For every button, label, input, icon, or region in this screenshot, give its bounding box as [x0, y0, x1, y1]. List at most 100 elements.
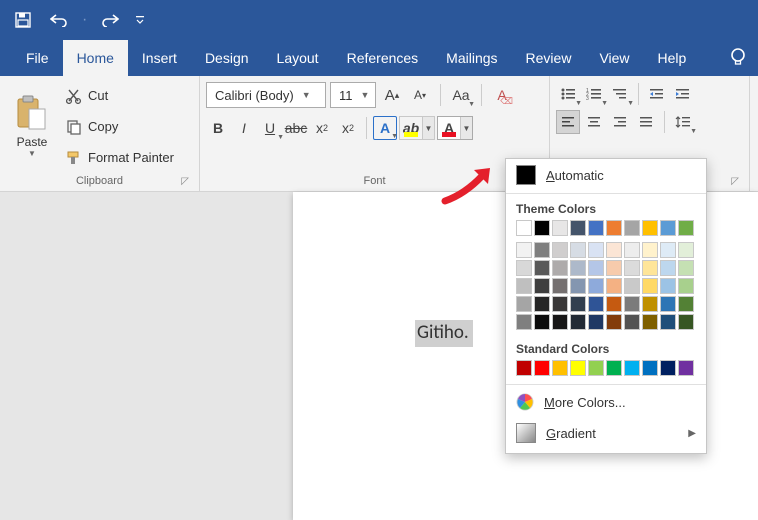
color-swatch[interactable] — [606, 296, 622, 312]
color-swatch[interactable] — [660, 242, 676, 258]
color-swatch[interactable] — [552, 260, 568, 276]
color-swatch[interactable] — [552, 314, 568, 330]
color-swatch[interactable] — [588, 314, 604, 330]
color-swatch[interactable] — [642, 220, 658, 236]
color-swatch[interactable] — [552, 220, 568, 236]
tab-view[interactable]: View — [585, 40, 643, 76]
color-swatch[interactable] — [642, 360, 658, 376]
color-swatch[interactable] — [678, 314, 694, 330]
color-swatch[interactable] — [642, 296, 658, 312]
color-swatch[interactable] — [570, 314, 586, 330]
color-swatch[interactable] — [570, 360, 586, 376]
italic-button[interactable]: I — [232, 116, 256, 140]
color-swatch[interactable] — [624, 260, 640, 276]
color-swatch[interactable] — [624, 242, 640, 258]
color-swatch[interactable] — [588, 260, 604, 276]
strikethrough-button[interactable]: abc — [284, 116, 308, 140]
color-swatch[interactable] — [534, 242, 550, 258]
color-swatch[interactable] — [516, 360, 532, 376]
tab-review[interactable]: Review — [512, 40, 586, 76]
tab-insert[interactable]: Insert — [128, 40, 191, 76]
color-swatch[interactable] — [534, 278, 550, 294]
multilevel-list-button[interactable]: ▼ — [608, 82, 632, 106]
color-swatch[interactable] — [642, 260, 658, 276]
superscript-button[interactable]: x2 — [336, 116, 360, 140]
line-spacing-button[interactable]: ▼ — [671, 110, 695, 134]
color-swatch[interactable] — [660, 278, 676, 294]
color-swatch[interactable] — [624, 278, 640, 294]
tab-references[interactable]: References — [333, 40, 433, 76]
change-case-button[interactable]: Aa▼ — [449, 83, 473, 107]
color-swatch[interactable] — [606, 242, 622, 258]
color-swatch[interactable] — [588, 278, 604, 294]
underline-button[interactable]: U▼ — [258, 116, 282, 140]
align-center-button[interactable] — [582, 110, 606, 134]
shrink-font-button[interactable]: A▾ — [408, 83, 432, 107]
numbering-button[interactable]: 123▼ — [582, 82, 606, 106]
color-swatch[interactable] — [570, 242, 586, 258]
color-swatch[interactable] — [552, 360, 568, 376]
color-swatch[interactable] — [678, 360, 694, 376]
color-swatch[interactable] — [570, 220, 586, 236]
tab-help[interactable]: Help — [644, 40, 701, 76]
format-painter-button[interactable]: Format Painter — [62, 148, 178, 168]
paste-dropdown-icon[interactable]: ▼ — [28, 149, 36, 158]
color-swatch[interactable] — [660, 296, 676, 312]
tab-design[interactable]: Design — [191, 40, 263, 76]
text-effects-button[interactable]: A▼ — [373, 116, 397, 140]
document-text[interactable]: Gitiho. — [415, 320, 473, 347]
more-colors-item[interactable]: More Colors... — [506, 387, 706, 417]
color-swatch[interactable] — [606, 360, 622, 376]
color-swatch[interactable] — [570, 260, 586, 276]
tab-file[interactable]: File — [12, 40, 63, 76]
save-button[interactable] — [8, 5, 38, 35]
bullets-button[interactable]: ▼ — [556, 82, 580, 106]
color-swatch[interactable] — [642, 242, 658, 258]
increase-indent-button[interactable] — [671, 82, 695, 106]
highlight-dropdown[interactable]: ▼ — [422, 117, 434, 139]
color-swatch[interactable] — [606, 220, 622, 236]
font-name-combo[interactable]: Calibri (Body) ▼ — [206, 82, 326, 108]
tab-layout[interactable]: Layout — [263, 40, 333, 76]
color-swatch[interactable] — [516, 314, 532, 330]
color-swatch[interactable] — [660, 220, 676, 236]
automatic-color-item[interactable]: Automatic — [506, 159, 706, 191]
decrease-indent-button[interactable] — [645, 82, 669, 106]
bold-button[interactable]: B — [206, 116, 230, 140]
color-swatch[interactable] — [534, 220, 550, 236]
tab-home[interactable]: Home — [63, 40, 128, 76]
color-swatch[interactable] — [606, 314, 622, 330]
cut-button[interactable]: Cut — [62, 86, 178, 106]
color-swatch[interactable] — [534, 360, 550, 376]
highlight-color-button[interactable]: ab — [400, 117, 422, 139]
color-swatch[interactable] — [624, 360, 640, 376]
gradient-item[interactable]: Gradient ▶ — [506, 417, 706, 449]
align-right-button[interactable] — [608, 110, 632, 134]
color-swatch[interactable] — [660, 360, 676, 376]
color-swatch[interactable] — [624, 296, 640, 312]
font-size-combo[interactable]: 11 ▼ — [330, 82, 376, 108]
color-swatch[interactable] — [588, 220, 604, 236]
clear-formatting-button[interactable]: A⌫ — [490, 83, 514, 107]
color-swatch[interactable] — [588, 360, 604, 376]
color-swatch[interactable] — [534, 260, 550, 276]
color-swatch[interactable] — [516, 242, 532, 258]
grow-font-button[interactable]: A▴ — [380, 83, 404, 107]
color-swatch[interactable] — [678, 278, 694, 294]
align-left-button[interactable] — [556, 110, 580, 134]
color-swatch[interactable] — [588, 296, 604, 312]
redo-button[interactable] — [95, 5, 125, 35]
color-swatch[interactable] — [660, 314, 676, 330]
color-swatch[interactable] — [516, 220, 532, 236]
color-swatch[interactable] — [516, 296, 532, 312]
paste-button[interactable]: Paste ▼ — [6, 80, 58, 173]
color-swatch[interactable] — [570, 278, 586, 294]
tab-mailings[interactable]: Mailings — [432, 40, 511, 76]
font-color-dropdown[interactable]: ▼ — [460, 117, 472, 139]
color-swatch[interactable] — [678, 242, 694, 258]
subscript-button[interactable]: x2 — [310, 116, 334, 140]
color-swatch[interactable] — [660, 260, 676, 276]
color-swatch[interactable] — [516, 278, 532, 294]
color-swatch[interactable] — [678, 220, 694, 236]
color-swatch[interactable] — [642, 314, 658, 330]
